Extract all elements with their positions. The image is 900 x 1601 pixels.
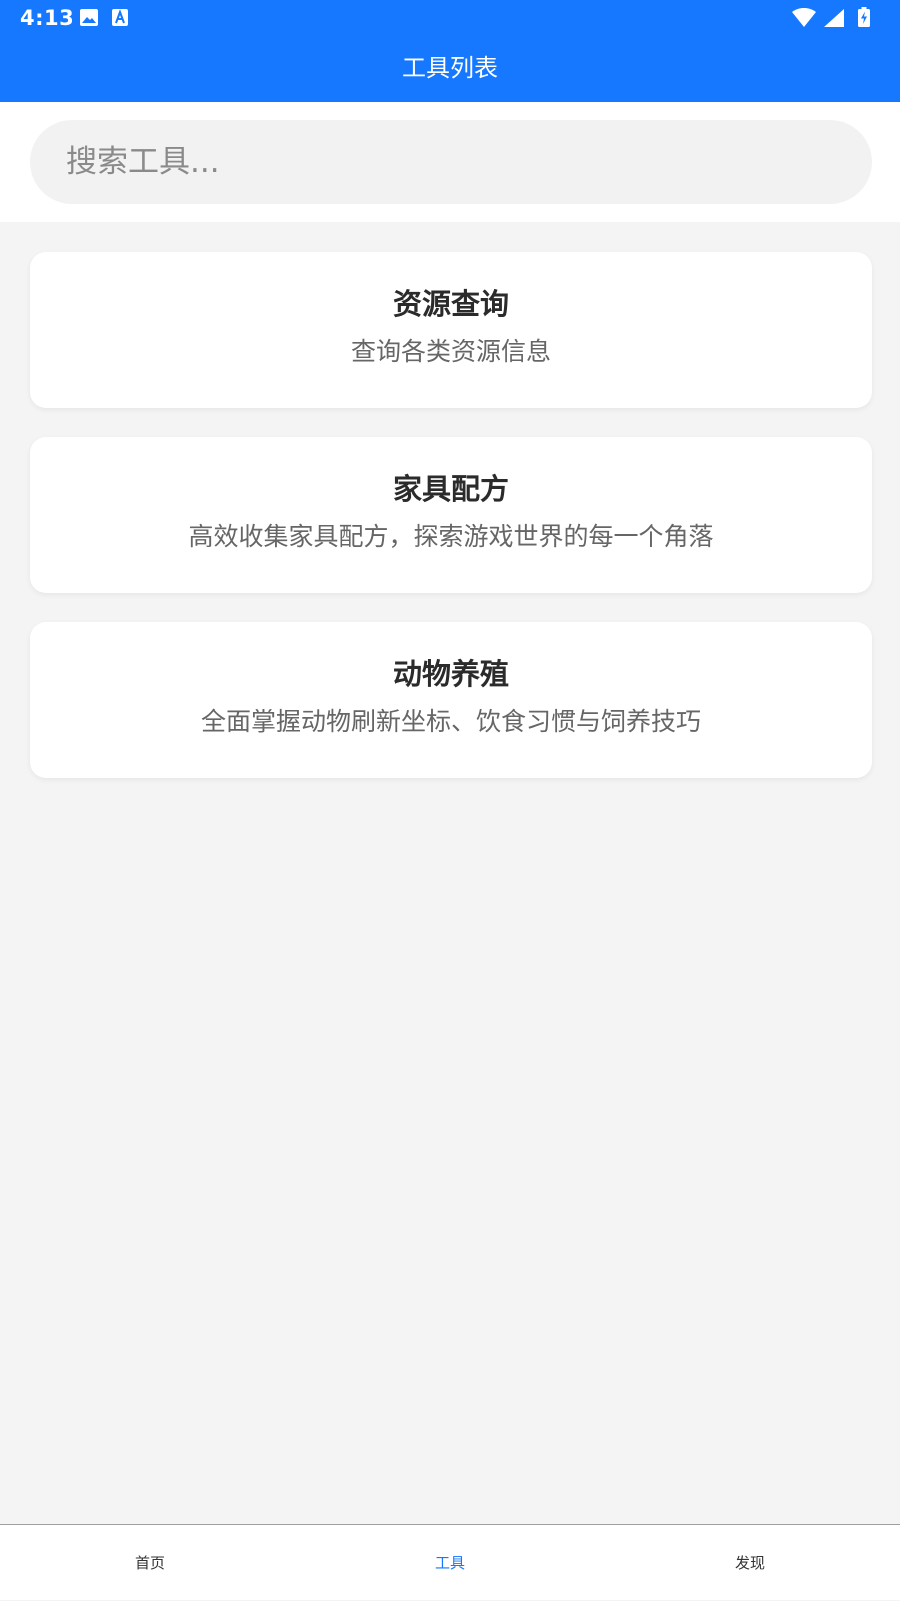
top-header: 4:13 工具列表 xyxy=(0,0,900,102)
tool-card-animal-breeding[interactable]: 动物养殖 全面掌握动物刷新坐标、饮食习惯与饲养技巧 xyxy=(30,622,872,778)
tool-card-title: 资源查询 xyxy=(392,287,509,321)
tool-card-furniture-recipe[interactable]: 家具配方 高效收集家具配方，探索游戏世界的每一个角落 xyxy=(30,437,872,593)
tool-card-description: 查询各类资源信息 xyxy=(350,337,551,366)
a-letter-icon xyxy=(112,9,128,30)
nav-item-tools[interactable]: 工具 xyxy=(300,1525,600,1601)
battery-charging-icon xyxy=(858,7,870,31)
bottom-nav: 首页 工具 发现 xyxy=(0,1524,900,1600)
tool-card-resource-query[interactable]: 资源查询 查询各类资源信息 xyxy=(30,252,872,408)
nav-item-home[interactable]: 首页 xyxy=(0,1525,300,1601)
nav-item-discover[interactable]: 发现 xyxy=(600,1525,900,1601)
status-right-group xyxy=(780,0,900,36)
tool-card-title: 家具配方 xyxy=(392,472,509,506)
tool-card-description: 全面掌握动物刷新坐标、饮食习惯与饲养技巧 xyxy=(200,707,701,736)
wifi-icon xyxy=(792,8,816,31)
search-area xyxy=(0,102,900,222)
status-bar: 4:13 xyxy=(0,0,900,36)
image-icon xyxy=(80,9,98,30)
search-input[interactable] xyxy=(30,120,872,204)
page-title: 工具列表 xyxy=(402,54,498,82)
cell-signal-icon xyxy=(824,9,844,31)
tool-card-description: 高效收集家具配方，探索游戏世界的每一个角落 xyxy=(188,522,714,551)
tool-card-title: 动物养殖 xyxy=(392,657,509,691)
status-time: 4:13 xyxy=(20,6,75,30)
